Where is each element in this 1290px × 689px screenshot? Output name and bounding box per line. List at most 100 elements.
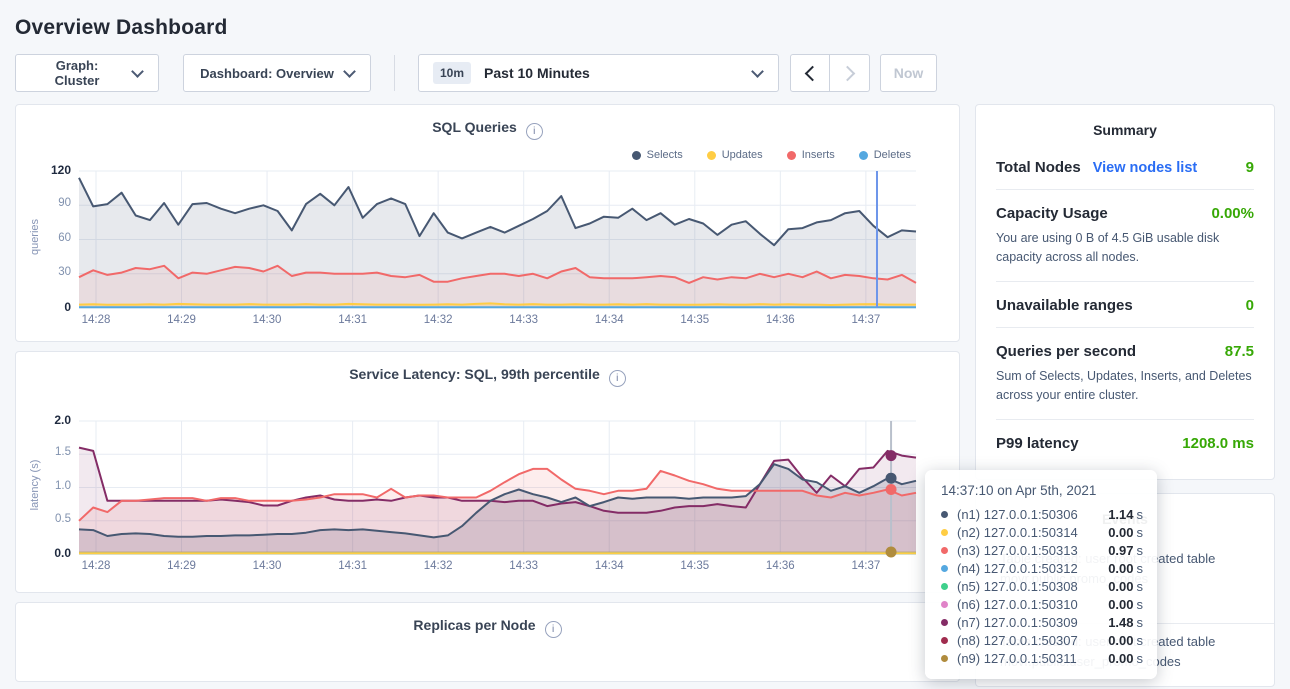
legend-dot-icon (707, 151, 716, 160)
chevron-left-icon (804, 65, 820, 81)
legend-item-deletes: Deletes (859, 149, 911, 161)
time-next-button[interactable] (830, 54, 870, 92)
tooltip-row: (n2) 127.0.0.1:503140.00s (941, 523, 1143, 541)
tooltip-node-value: 0.00 (1108, 597, 1133, 612)
controls-bar: Graph: Cluster Dashboard: Overview 10m P… (15, 54, 1275, 92)
chart-legend: SelectsUpdatesInsertsDeletes (632, 149, 911, 161)
queries-per-second-subtext: Sum of Selects, Updates, Inserts, and De… (996, 367, 1254, 406)
legend-label: Updates (722, 149, 763, 161)
latency-plot[interactable] (79, 421, 916, 554)
graph-dropdown-label: Graph: Cluster (32, 58, 122, 88)
legend-item-updates: Updates (707, 149, 763, 161)
info-icon[interactable]: i (526, 123, 543, 140)
tooltip-node-address: (n6) 127.0.0.1:50310 (957, 597, 1104, 612)
chevron-down-icon (131, 65, 144, 78)
legend-item-selects: Selects (632, 149, 683, 161)
time-prev-button[interactable] (790, 54, 830, 92)
unavailable-ranges-value: 0 (1246, 297, 1254, 314)
node-color-dot-icon (941, 583, 948, 590)
x-axis-tick: 14:30 (239, 560, 295, 572)
chevron-right-icon (840, 65, 856, 81)
x-axis-tick: 14:31 (325, 560, 381, 572)
tooltip-node-address: (n7) 127.0.0.1:50309 (957, 615, 1104, 630)
x-axis-tick: 14:33 (496, 314, 552, 326)
tooltip-node-value: 1.14 (1108, 507, 1133, 522)
tooltip-node-address: (n5) 127.0.0.1:50308 (957, 579, 1104, 594)
x-axis-tick: 14:34 (581, 314, 637, 326)
x-axis-tick: 14:29 (154, 560, 210, 572)
legend-label: Deletes (874, 149, 911, 161)
summary-row-unavailable-ranges: Unavailable ranges 0 (996, 282, 1254, 328)
tooltip-node-value: 0.00 (1108, 579, 1133, 594)
legend-dot-icon (859, 151, 868, 160)
tooltip-node-value: 0.00 (1108, 561, 1133, 576)
total-nodes-value: 9 (1246, 159, 1254, 176)
tooltip-node-unit: s (1137, 579, 1144, 594)
x-axis-tick: 14:34 (581, 560, 637, 572)
tooltip-row: (n7) 127.0.0.1:503091.48s (941, 613, 1143, 631)
y-axis-label: queries (29, 177, 41, 297)
unavailable-ranges-label: Unavailable ranges (996, 297, 1133, 314)
node-color-dot-icon (941, 511, 948, 518)
info-icon[interactable]: i (545, 621, 562, 638)
tooltip-row: (n9) 127.0.0.1:50311 0.00 s (941, 649, 1143, 667)
overview-dashboard-page: Overview Dashboard Graph: Cluster Dashbo… (0, 0, 1290, 689)
replicas-per-node-chart-card: Replicas per Nodei (15, 602, 960, 682)
tooltip-node-value: 0.00 (1108, 525, 1133, 540)
dashboard-dropdown-label: Dashboard: Overview (200, 66, 334, 81)
chart-tooltip: 14:37:10 on Apr 5th, 2021 (n1) 127.0.0.1… (925, 470, 1157, 679)
summary-row-capacity-usage: Capacity Usage 0.00% You are using 0 B o… (996, 190, 1254, 282)
summary-title: Summary (996, 105, 1254, 138)
tooltip-row: (n1) 127.0.0.1:503061.14s (941, 505, 1143, 523)
p99-latency-value: 1208.0 ms (1182, 435, 1254, 452)
summary-row-queries-per-second: Queries per second 87.5 Sum of Selects, … (996, 328, 1254, 420)
legend-dot-icon (632, 151, 641, 160)
time-range-picker[interactable]: 10m Past 10 Minutes (418, 54, 779, 92)
tooltip-node-unit: s (1137, 633, 1144, 648)
tooltip-node-unit: s (1137, 615, 1144, 630)
y-axis-tick: 120 (25, 163, 71, 177)
crosshair-dot (886, 473, 897, 484)
y-axis-tick: 0 (25, 300, 71, 314)
tooltip-node-unit: s (1137, 543, 1144, 558)
charts-column: SQL Queriesi SelectsUpdatesInsertsDelete… (15, 104, 960, 682)
x-axis-tick: 14:35 (667, 314, 723, 326)
node-color-dot-icon (941, 601, 948, 608)
tooltip-row: (n8) 127.0.0.1:503070.00s (941, 631, 1143, 649)
time-step-buttons (790, 54, 870, 92)
x-axis-tick: 14:37 (838, 314, 894, 326)
x-axis-tick: 14:32 (410, 560, 466, 572)
graph-dropdown[interactable]: Graph: Cluster (15, 54, 159, 92)
x-axis-tick: 14:33 (496, 560, 552, 572)
chevron-down-icon (343, 65, 356, 78)
tooltip-node-address: (n9) 127.0.0.1:50311 (957, 651, 1104, 666)
summary-row-p99-latency: P99 latency 1208.0 ms (996, 420, 1254, 465)
legend-label: Selects (647, 149, 683, 161)
tooltip-row: (n6) 127.0.0.1:50310 0.00 s (941, 595, 1143, 613)
tooltip-node-unit: s (1137, 597, 1144, 612)
service-latency-chart-card: Service Latency: SQL, 99th percentilei 0… (15, 351, 960, 593)
chevron-down-icon (751, 65, 764, 78)
sql-plot[interactable] (79, 171, 916, 308)
node-color-dot-icon (941, 529, 948, 536)
divider (394, 55, 395, 91)
info-icon[interactable]: i (609, 370, 626, 387)
tooltip-node-address: (n3) 127.0.0.1:50313 (957, 543, 1104, 558)
tooltip-node-address: (n1) 127.0.0.1:50306 (957, 507, 1104, 522)
legend-dot-icon (787, 151, 796, 160)
tooltip-node-value: 0.00 (1108, 651, 1133, 666)
now-button[interactable]: Now (880, 54, 937, 92)
x-axis-tick: 14:37 (838, 560, 894, 572)
x-axis-tick: 14:35 (667, 560, 723, 572)
sql-queries-chart-title: SQL Queriesi (16, 119, 959, 140)
x-axis-tick: 14:36 (752, 314, 808, 326)
y-axis-tick: 0.0 (25, 546, 71, 560)
node-color-dot-icon (941, 655, 948, 662)
tooltip-timestamp: 14:37:10 on Apr 5th, 2021 (941, 483, 1143, 498)
time-range-badge: 10m (433, 62, 471, 84)
view-nodes-list-link[interactable]: View nodes list (1093, 160, 1198, 176)
p99-latency-label: P99 latency (996, 435, 1079, 452)
tooltip-node-unit: s (1137, 651, 1144, 666)
dashboard-dropdown[interactable]: Dashboard: Overview (183, 54, 371, 92)
queries-per-second-value: 87.5 (1225, 343, 1254, 360)
